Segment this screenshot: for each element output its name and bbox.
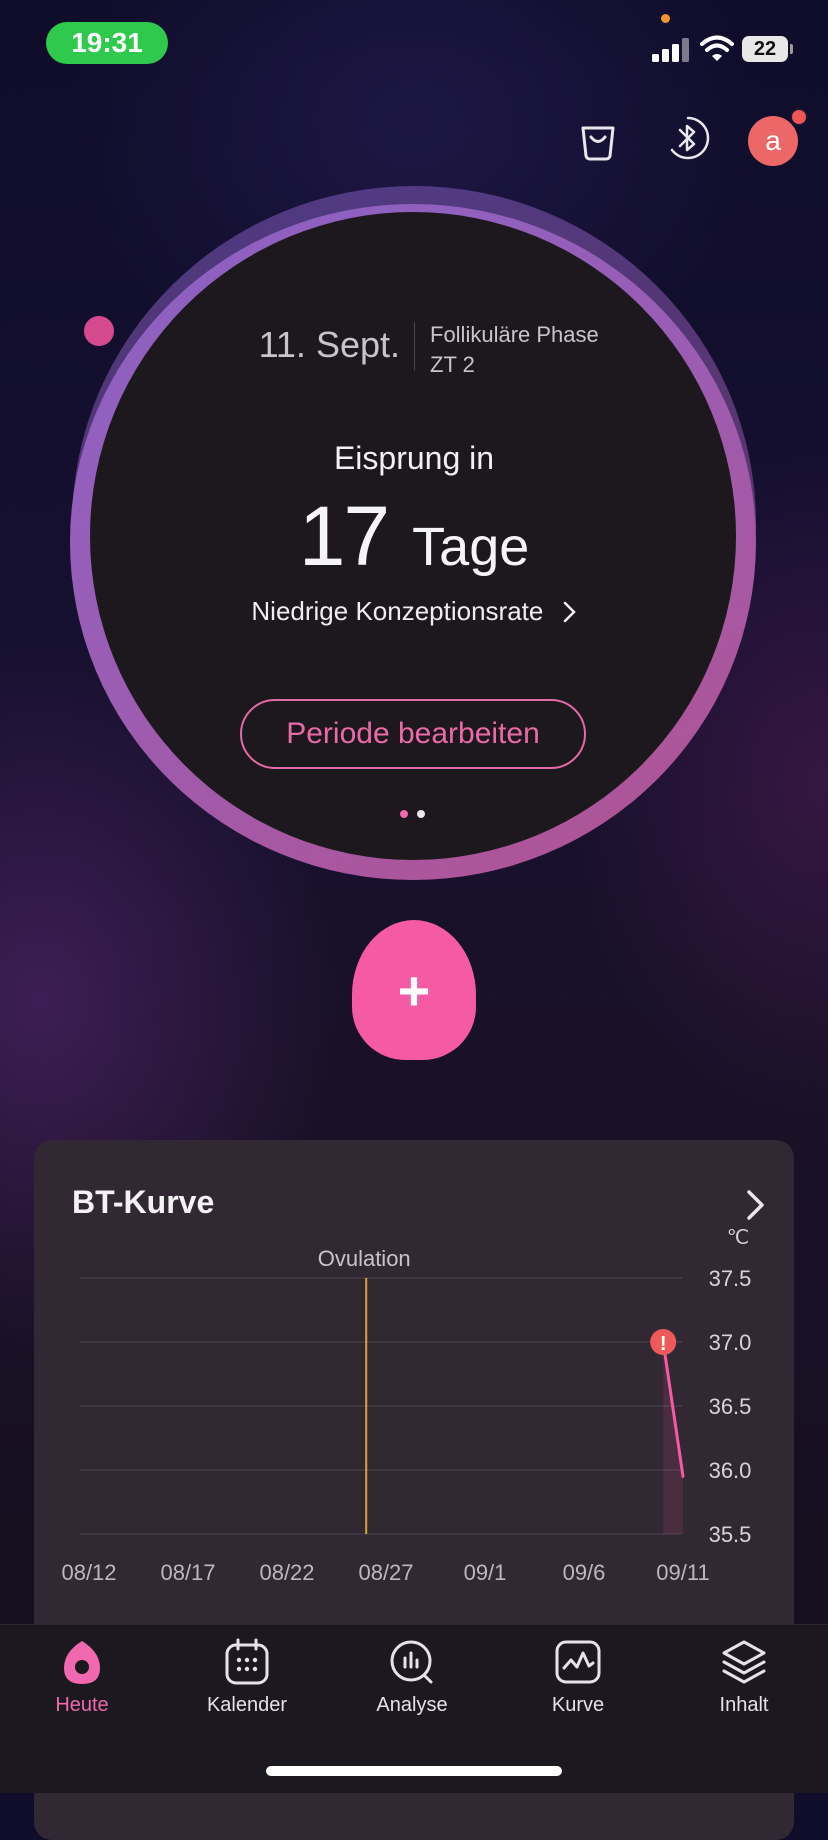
layers-icon xyxy=(722,1640,766,1684)
tab-inhalt-label: Inhalt xyxy=(719,1694,769,1716)
tab-analyse-label: Analyse xyxy=(376,1694,448,1716)
bluetooth-icon[interactable] xyxy=(664,114,712,162)
date-divider xyxy=(414,322,415,370)
phase-label: Follikuläre Phase xyxy=(430,322,599,347)
tab-heute[interactable]: Heute xyxy=(22,1636,142,1717)
tab-kurve[interactable]: Kurve xyxy=(518,1636,638,1717)
battery-tip xyxy=(790,44,793,54)
privacy-indicator-dot xyxy=(661,14,670,23)
bt-curve-title: BT-Kurve xyxy=(72,1184,215,1220)
tab-analyse[interactable]: Analyse xyxy=(352,1636,472,1717)
home-indicator xyxy=(266,1766,562,1776)
chevron-right-icon[interactable] xyxy=(744,1188,768,1222)
current-date: 11. Sept. xyxy=(258,324,400,365)
battery-indicator: 22 xyxy=(742,36,788,62)
tab-inhalt[interactable]: Inhalt xyxy=(684,1636,804,1717)
page-indicator[interactable] xyxy=(400,810,425,818)
tab-kalender[interactable]: Kalender xyxy=(187,1636,307,1717)
wifi-icon xyxy=(700,35,734,61)
notification-badge xyxy=(790,108,808,126)
phase-info: Follikuläre Phase ZT 2 xyxy=(430,320,599,380)
ovulation-countdown: 17 Tage xyxy=(0,488,828,585)
plus-icon: + xyxy=(397,958,431,1022)
avatar[interactable]: a xyxy=(748,116,798,166)
conception-rate-label: Niedrige Konzeptionsrate xyxy=(251,596,544,626)
tab-heute-label: Heute xyxy=(55,1694,109,1716)
conception-rate-link[interactable]: Niedrige Konzeptionsrate xyxy=(0,596,828,627)
days-unit: Tage xyxy=(412,517,530,577)
drop-icon xyxy=(64,1641,100,1684)
edit-period-button[interactable]: Periode bearbeiten xyxy=(240,699,586,769)
cellular-signal-icon xyxy=(652,38,689,62)
tab-kalender-label: Kalender xyxy=(206,1694,288,1716)
tab-kurve-label: Kurve xyxy=(551,1694,605,1716)
calendar-icon xyxy=(225,1638,269,1685)
status-time: 19:31 xyxy=(46,22,168,64)
analysis-icon xyxy=(390,1640,433,1684)
cycle-day-label: ZT 2 xyxy=(430,352,475,377)
cycle-position-marker xyxy=(84,316,114,346)
shopping-bag-icon[interactable] xyxy=(574,116,622,164)
chevron-right-icon xyxy=(563,601,576,623)
curve-icon xyxy=(555,1640,601,1684)
days-count: 17 xyxy=(298,489,390,583)
page-dot-2[interactable] xyxy=(417,810,425,818)
page-dot-1[interactable] xyxy=(400,810,408,818)
ovulation-headline: Eisprung in xyxy=(333,440,495,476)
add-entry-button[interactable]: + xyxy=(352,920,476,1060)
